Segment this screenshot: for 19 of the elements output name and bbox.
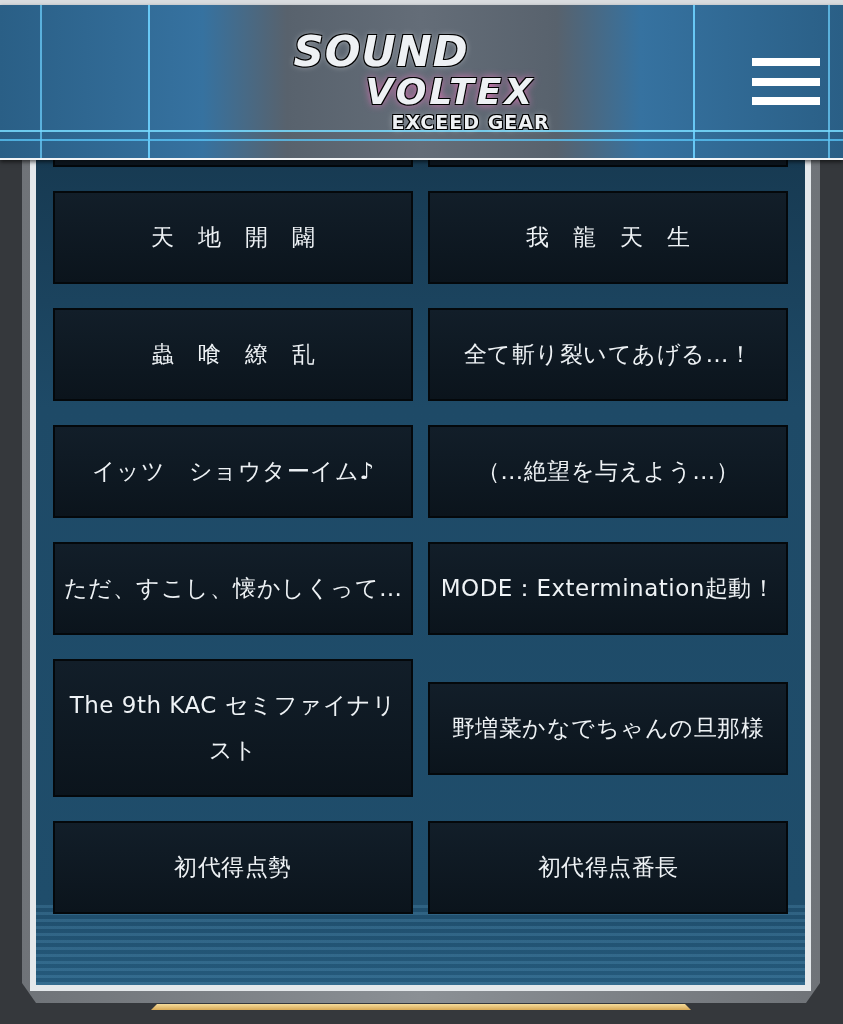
title-button[interactable]: MODE：Extermination起動！ — [428, 542, 788, 635]
title-button[interactable]: 全て斬り裂いてあげる…！ — [428, 308, 788, 401]
title-button[interactable]: 天 地 開 闢 — [53, 191, 413, 284]
title-button[interactable]: 野増菜かなでちゃんの旦那様 — [428, 681, 788, 775]
title-button[interactable] — [428, 160, 788, 167]
logo-wordmark: VOLTEX — [365, 72, 536, 111]
title-button[interactable]: The 9th KAC セミファイナリスト — [53, 659, 413, 797]
title-button[interactable] — [53, 160, 413, 167]
title-button[interactable]: ただ、すこし、懐かしくって… — [53, 542, 413, 635]
menu-icon — [752, 58, 820, 105]
title-button[interactable]: 我 龍 天 生 — [428, 191, 788, 284]
title-button[interactable]: 初代得点番長 — [428, 821, 788, 914]
title-button[interactable]: （…絶望を与えよう…） — [428, 425, 788, 518]
logo-wordmark: SOUND — [293, 30, 469, 73]
title-button[interactable]: イッツ ショウターイム♪ — [53, 425, 413, 518]
title-button[interactable]: 蟲 喰 繚 乱 — [53, 308, 413, 401]
title-button[interactable]: 初代得点勢 — [53, 821, 413, 914]
logo-subtitle: EXCEED GEAR — [391, 110, 550, 133]
menu-button[interactable] — [752, 58, 820, 105]
